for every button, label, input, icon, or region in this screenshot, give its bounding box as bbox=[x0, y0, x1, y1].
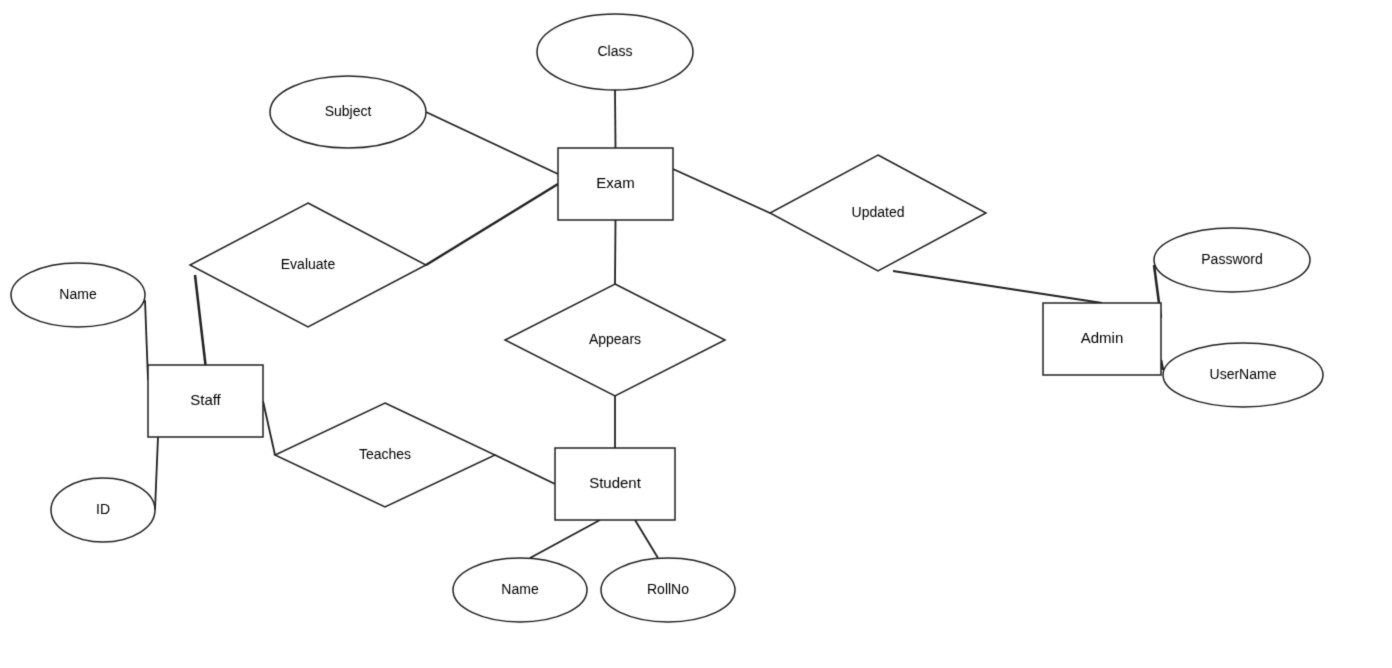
er-diagram-canvas bbox=[0, 0, 1392, 668]
